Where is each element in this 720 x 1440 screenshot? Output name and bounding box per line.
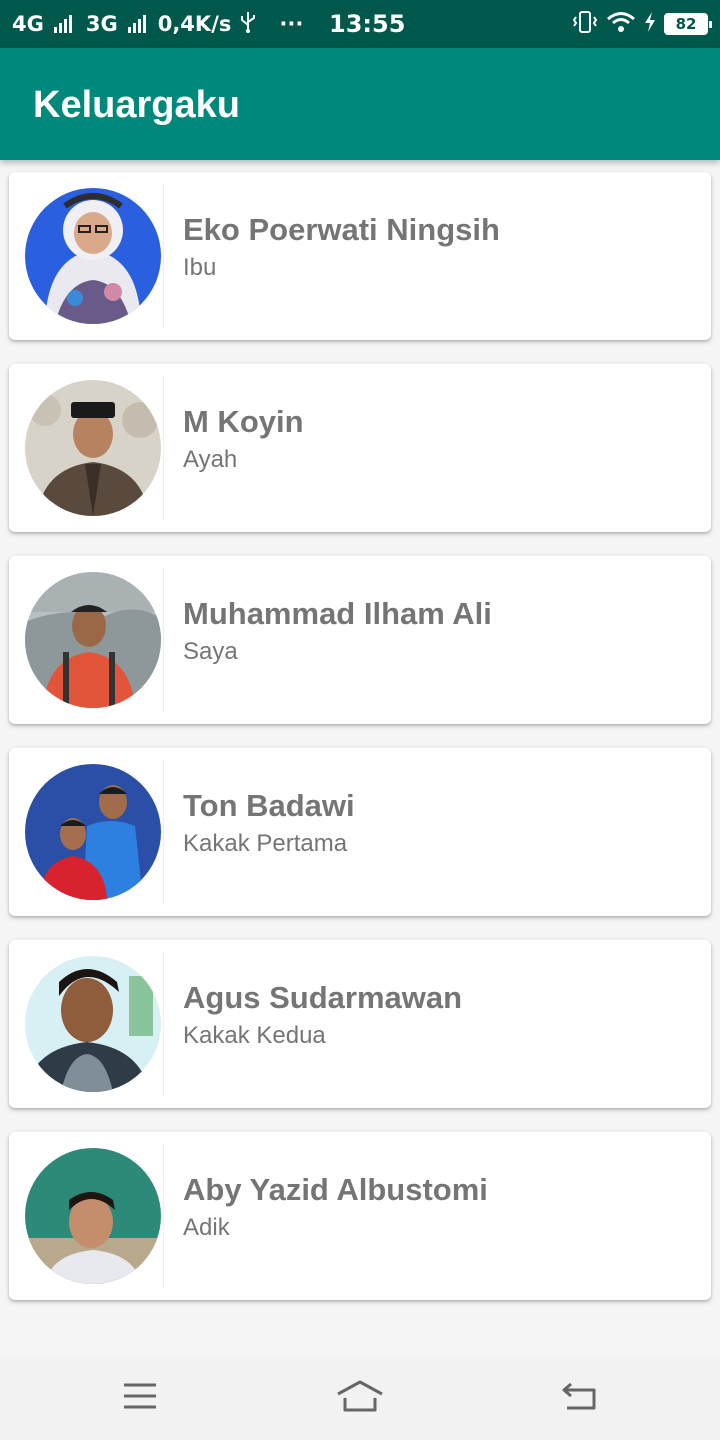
avatar — [25, 956, 161, 1092]
divider — [163, 376, 164, 520]
avatar — [25, 188, 161, 324]
member-name: Ton Badawi — [183, 788, 355, 823]
member-role: Kakak Kedua — [183, 1022, 326, 1049]
member-name: Agus Sudarmawan — [183, 980, 463, 1015]
avatar — [25, 572, 161, 708]
divider — [163, 184, 164, 328]
page-title: Keluargaku — [33, 84, 240, 126]
avatar — [25, 764, 161, 900]
status-bar-left: 4G 3G 0,4K/s ··· — [12, 0, 303, 48]
divider — [163, 760, 164, 904]
charging-icon — [644, 11, 656, 37]
family-card[interactable]: Muhammad Ilham Ali Saya — [9, 556, 711, 724]
battery-icon: 82 — [664, 13, 712, 35]
clock: 13:55 — [329, 10, 406, 38]
network-speed: 0,4K/s — [157, 12, 232, 36]
signal-3g-icon — [127, 15, 146, 33]
app-bar: Keluargaku — [0, 48, 720, 160]
avatar — [25, 1148, 161, 1284]
back-icon — [561, 1380, 599, 1417]
family-card[interactable]: M Koyin Ayah — [9, 364, 711, 532]
member-name: M Koyin — [183, 404, 304, 439]
divider — [163, 568, 164, 712]
member-role: Adik — [183, 1214, 230, 1241]
divider — [163, 952, 164, 1096]
family-card[interactable]: Eko Poerwati Ningsih Ibu — [9, 172, 711, 340]
family-card[interactable]: Ton Badawi Kakak Pertama — [9, 748, 711, 916]
family-card[interactable]: Agus Sudarmawan Kakak Kedua — [9, 940, 711, 1108]
signal-4g-icon — [53, 15, 72, 33]
usb-icon — [239, 11, 257, 38]
wifi-icon — [606, 11, 636, 38]
member-role: Saya — [183, 638, 238, 665]
status-bar: 4G 3G 0,4K/s ··· 13:55 82 — [0, 0, 720, 48]
home-icon — [335, 1379, 385, 1418]
vibrate-icon — [572, 10, 598, 38]
member-role: Ayah — [183, 446, 238, 473]
menu-icon — [122, 1382, 158, 1415]
member-name: Muhammad Ilham Ali — [183, 596, 492, 631]
member-name: Eko Poerwati Ningsih — [183, 212, 500, 247]
menu-button[interactable] — [110, 1372, 170, 1424]
network-3g-label: 3G — [85, 12, 118, 36]
navigation-bar — [0, 1356, 720, 1440]
divider — [163, 1144, 164, 1288]
back-button[interactable] — [550, 1372, 610, 1424]
family-card[interactable]: Aby Yazid Albustomi Adik — [9, 1132, 711, 1300]
more-notifications-label: ··· — [279, 12, 304, 36]
member-role: Ibu — [183, 254, 217, 281]
status-bar-right: 82 — [572, 0, 712, 48]
avatar — [25, 380, 161, 516]
home-button[interactable] — [330, 1372, 390, 1424]
member-name: Aby Yazid Albustomi — [183, 1172, 488, 1207]
member-role: Kakak Pertama — [183, 830, 348, 857]
network-4g-label: 4G — [12, 12, 44, 36]
battery-level: 82 — [675, 15, 697, 33]
